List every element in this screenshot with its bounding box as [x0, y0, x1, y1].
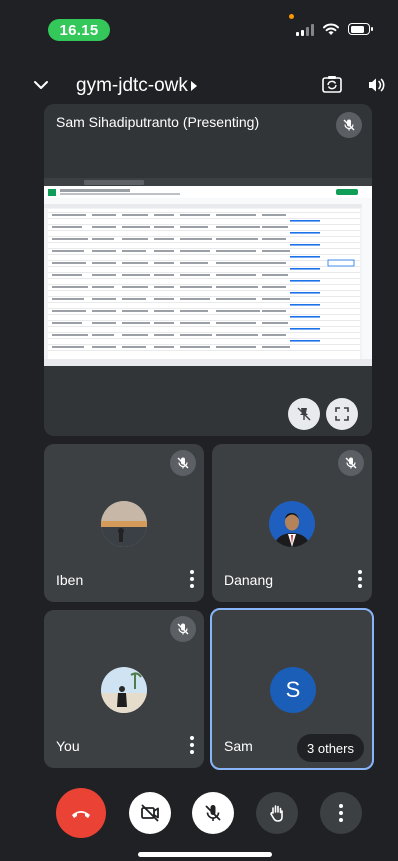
avatar [101, 667, 147, 713]
more-vert-icon [339, 804, 343, 822]
signal-icon [296, 24, 314, 36]
fullscreen-icon[interactable] [326, 398, 358, 430]
presentation-tile[interactable]: Sam Sihadiputranto (Presenting) [44, 104, 372, 436]
meeting-code[interactable]: gym-jdtc-owk [76, 75, 188, 97]
more-vert-icon[interactable] [190, 736, 194, 754]
participant-tile-sam[interactable]: S Sam 3 others [210, 608, 374, 770]
more-vert-icon[interactable] [190, 570, 194, 588]
shared-screen [44, 178, 372, 366]
chevron-down-icon[interactable] [32, 76, 50, 94]
meeting-header: gym-jdtc-owk [0, 66, 398, 106]
battery-icon [348, 23, 373, 35]
camera-toggle-button[interactable] [129, 792, 171, 834]
participant-name: Iben [56, 572, 84, 588]
presenter-label: Sam Sihadiputranto (Presenting) [56, 114, 260, 130]
mic-off-icon [205, 805, 221, 821]
avatar: S [270, 667, 316, 713]
camera-off-icon [141, 804, 159, 822]
wifi-icon [323, 23, 339, 35]
participant-name: Sam [224, 738, 253, 754]
speaker-icon[interactable] [366, 75, 386, 95]
raise-hand-button[interactable] [256, 792, 298, 834]
end-call-button[interactable] [56, 788, 106, 838]
switch-camera-icon[interactable] [321, 73, 343, 95]
status-bar: 16.15 [0, 0, 398, 60]
more-options-button[interactable] [320, 792, 362, 834]
participant-name: Danang [224, 572, 274, 588]
pin-off-icon[interactable] [288, 398, 320, 430]
hand-icon [270, 805, 283, 822]
mic-off-icon [336, 112, 362, 138]
others-count[interactable]: 3 others [297, 734, 364, 762]
home-indicator[interactable] [138, 852, 272, 857]
more-vert-icon[interactable] [358, 570, 362, 588]
avatar [101, 501, 147, 547]
chevron-right-icon[interactable] [191, 81, 197, 91]
mic-off-icon [338, 450, 364, 476]
participant-name: You [56, 738, 80, 754]
avatar [269, 501, 315, 547]
mic-off-icon [170, 450, 196, 476]
hang-up-icon [72, 811, 90, 818]
privacy-indicator-dot [289, 14, 294, 19]
call-controls [0, 788, 398, 838]
mic-toggle-button[interactable] [192, 792, 234, 834]
participant-tile-you[interactable]: You [44, 610, 204, 768]
mic-off-icon [170, 616, 196, 642]
participant-tile-danang[interactable]: Danang [212, 444, 372, 602]
participant-tile-iben[interactable]: Iben [44, 444, 204, 602]
status-time: 16.15 [48, 19, 110, 41]
spreadsheet-preview [44, 178, 372, 366]
